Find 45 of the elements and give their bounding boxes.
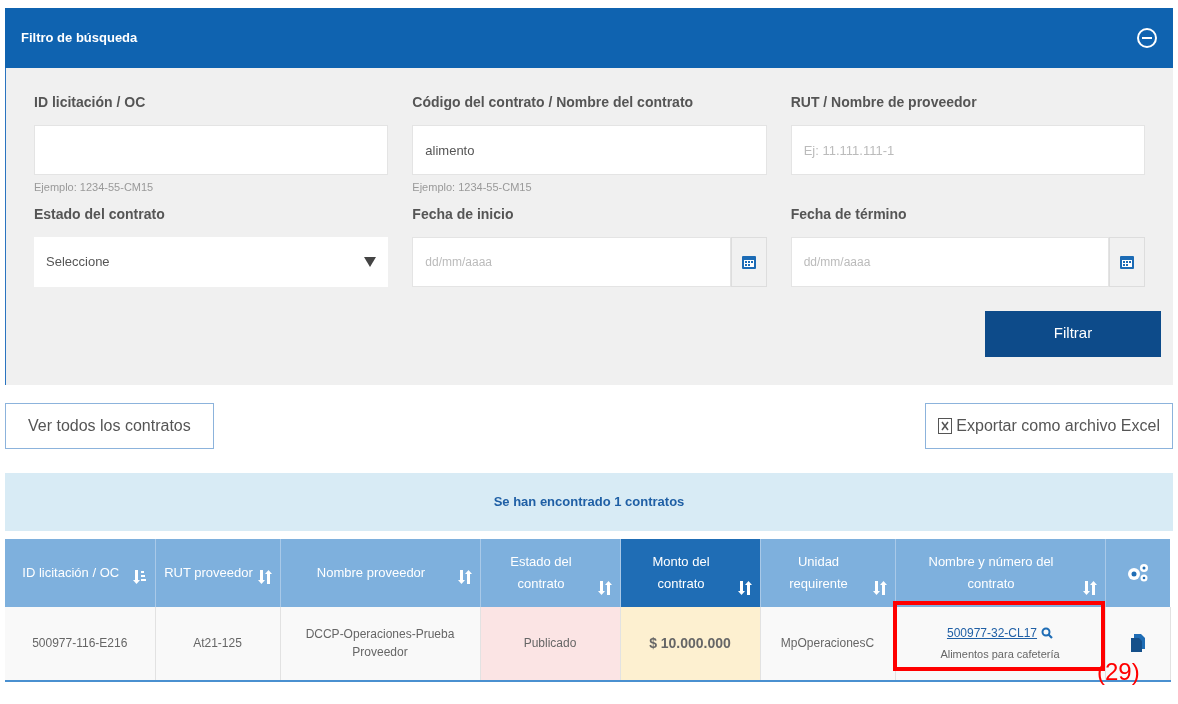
column-header[interactable]: Monto del contrato — [620, 538, 760, 607]
field-label: RUT / Nombre de proveedor — [790, 93, 978, 112]
table-cell: MpOperacionesC — [760, 606, 895, 681]
sort-icon — [1082, 580, 1097, 595]
view-all-button[interactable]: Ver todos los contratos — [5, 402, 214, 449]
search-icon[interactable] — [1041, 626, 1054, 639]
sort-ascending-icon — [132, 569, 147, 584]
field-label: ID licitación / OC — [34, 93, 147, 112]
filter-title: Filtro de búsqueda — [21, 29, 138, 48]
contract-link[interactable]: 500977-32-CL17 — [946, 623, 1038, 642]
settings-icon — [1125, 562, 1150, 583]
field-label: Código del contrato / Nombre del contrato — [412, 93, 695, 112]
contract-name: Alimentos para cafetería — [940, 646, 1060, 662]
collapse-icon[interactable] — [1137, 28, 1157, 48]
dropdown-arrow-icon — [364, 256, 377, 267]
export-button[interactable]: Exportar como archivo Excel — [925, 402, 1173, 449]
text-field[interactable]: alimento — [412, 125, 767, 175]
field-label: Estado del contrato — [34, 204, 166, 224]
calendar-button[interactable] — [730, 236, 767, 287]
sort-icon — [737, 580, 752, 595]
document-icon[interactable] — [1130, 634, 1145, 652]
table-cell: DCCP-Operaciones-Prueba Proveedor — [280, 606, 480, 681]
select-field[interactable]: Seleccione — [34, 236, 389, 287]
text-field[interactable] — [34, 125, 389, 175]
date-field[interactable]: dd/mm/aaaa — [412, 236, 731, 287]
calendar-icon — [740, 253, 757, 270]
date-field[interactable]: dd/mm/aaaa — [790, 236, 1109, 287]
sort-icon — [597, 580, 612, 595]
table-cell: 500977-116-E216 — [5, 606, 155, 681]
status-cell: Publicado — [480, 606, 620, 681]
table-cell: At21-125 — [155, 606, 280, 681]
sort-icon — [457, 569, 472, 584]
calendar-icon — [1119, 253, 1135, 270]
text-field[interactable]: Ej: 11.111.111-1 — [790, 125, 1145, 175]
amount-cell: $ 10.000.000 — [620, 606, 760, 681]
results-message: Se han encontrado 1 contratos — [493, 492, 685, 511]
field-hint: Ejemplo: 1234-55-CM15 — [412, 180, 533, 195]
field-label: Fecha de término — [790, 204, 908, 224]
spreadsheet-icon — [938, 417, 953, 434]
filter-button[interactable]: Filtrar — [985, 310, 1161, 357]
field-label: Fecha de inicio — [412, 204, 515, 224]
field-hint: Ejemplo: 1234-55-CM15 — [34, 180, 155, 195]
sort-icon — [257, 569, 272, 584]
calendar-button[interactable] — [1109, 236, 1145, 287]
sort-icon — [872, 580, 887, 595]
